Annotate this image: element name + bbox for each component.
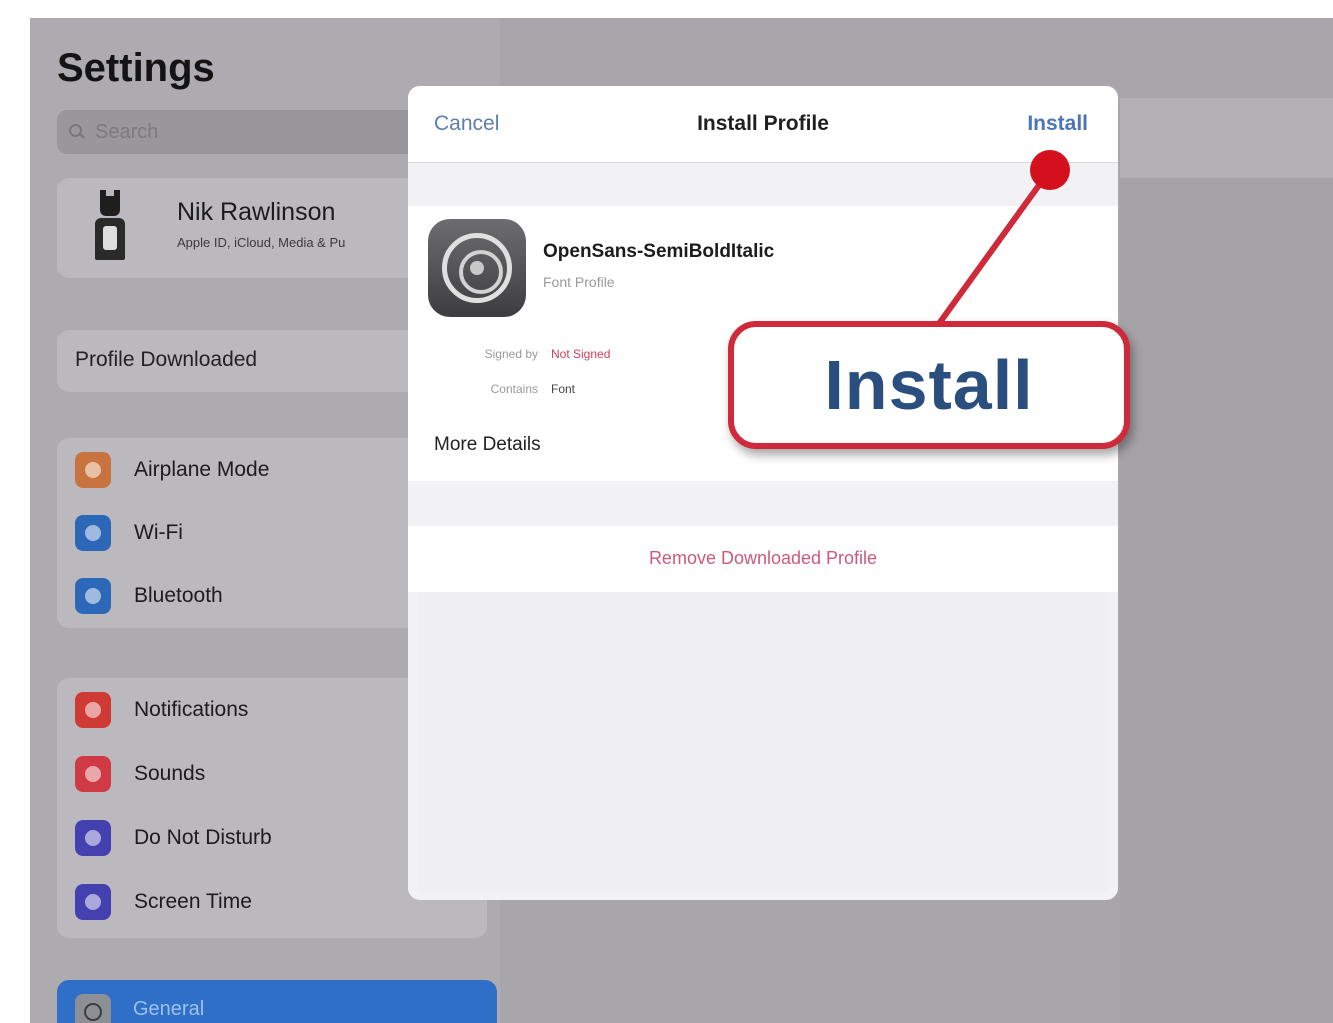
- callout-dot: [1030, 150, 1070, 190]
- callout-pointer: [935, 150, 1070, 328]
- install-callout: Install: [728, 321, 1130, 449]
- callout-label: Install: [824, 346, 1034, 424]
- callout-line: [935, 167, 1053, 328]
